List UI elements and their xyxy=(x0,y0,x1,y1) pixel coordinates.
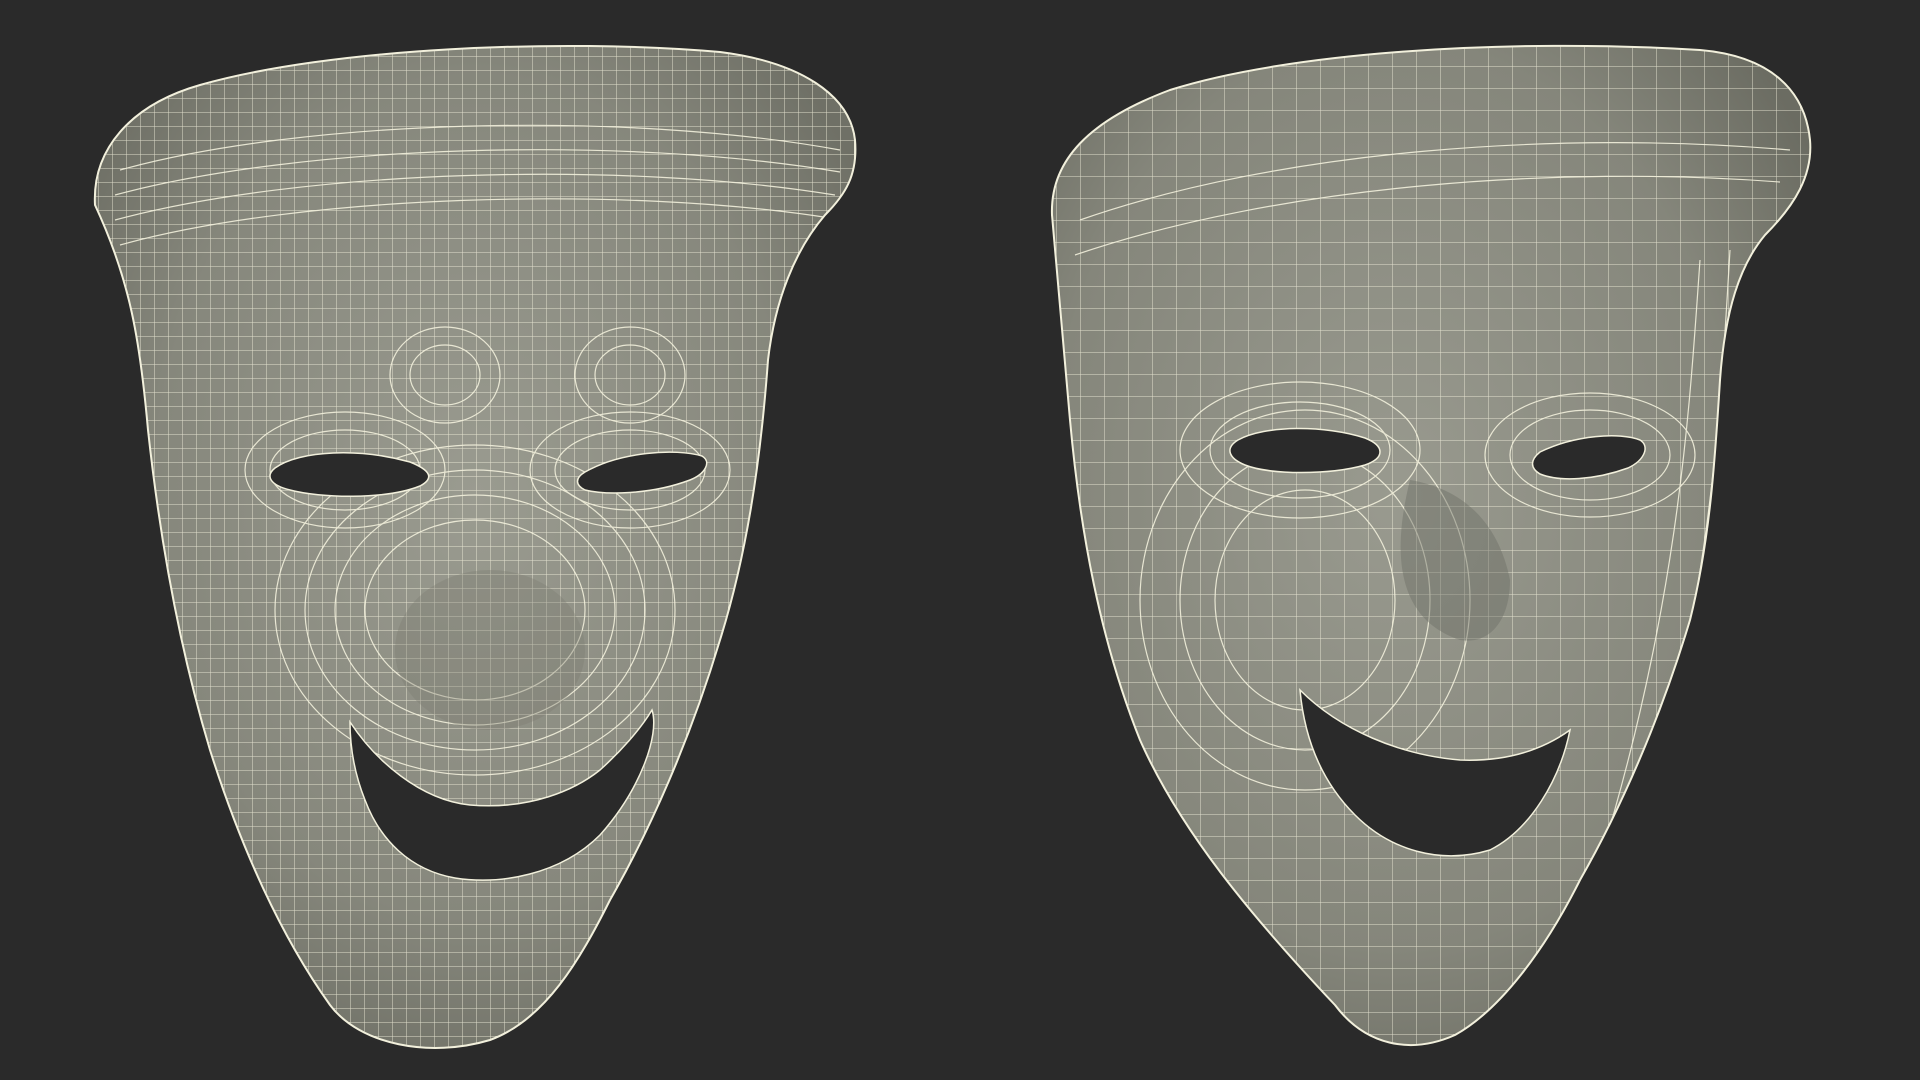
render-viewport xyxy=(0,0,1920,1080)
mask-angled-left-eye-hole xyxy=(1229,427,1381,474)
comedy-mask-front xyxy=(93,44,857,1049)
mask-angled-wireframe xyxy=(1051,45,1811,1046)
scene-canvas xyxy=(93,44,1812,1049)
comedy-mask-angled xyxy=(1050,44,1812,1047)
mask-front-wireframe xyxy=(94,45,856,1048)
